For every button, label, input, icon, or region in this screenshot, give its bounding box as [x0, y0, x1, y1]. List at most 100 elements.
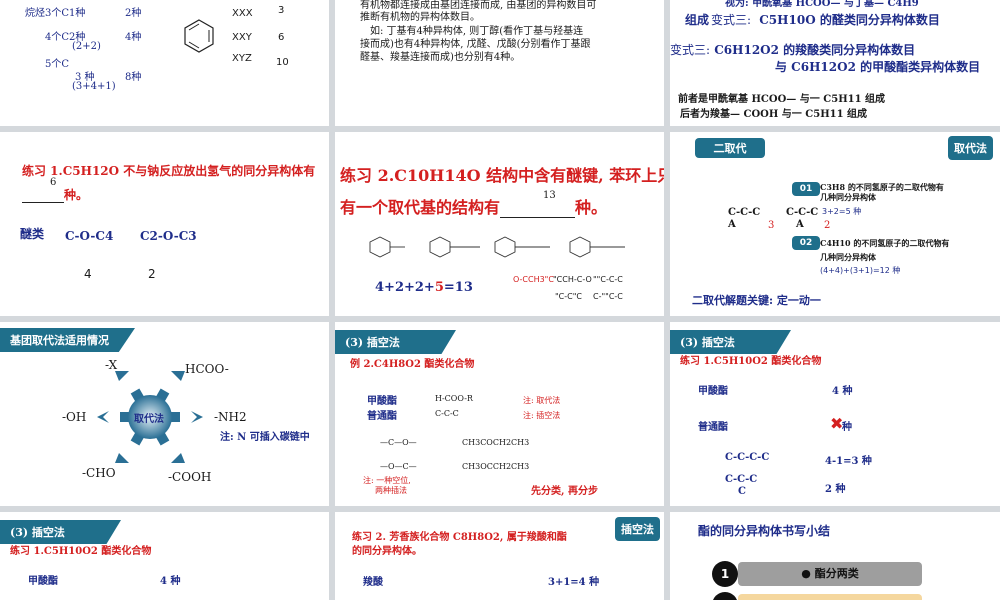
method-badge: 取代法 [948, 136, 993, 160]
slide-7-thumbnail[interactable]: 基团取代法适用情况 取代法 -X HCOO- -OH -NH2 -CHO -CO… [0, 322, 329, 506]
center-label: 取代法 [134, 414, 164, 425]
exercise-question-2: 有一个取代基的结构有 种。 [340, 198, 608, 218]
slide-11-thumbnail[interactable]: 练习 2. 芳香族化合物 C8H8O2, 属于羧酸和酯 的同分异构体。 插空法 … [335, 512, 664, 600]
xyz-count: 10 [276, 57, 289, 68]
structure-note: ""C-C-C [593, 275, 623, 284]
note: 两种插法 [375, 486, 407, 495]
chain-count: 3 [768, 220, 775, 231]
ether-formula-1: C-O-C4 [65, 229, 114, 243]
xyz-label: XYZ [232, 53, 252, 64]
chain-count: 4-1=3 种 [825, 456, 872, 467]
answer-blank: 种。 [22, 186, 88, 203]
structure-note: "C-C"C [555, 292, 583, 301]
slide-4-thumbnail[interactable]: 练习 1.C5H12O 不与钠反应放出氢气的同分异构体有 6 种。 醚类 C-O… [0, 132, 329, 316]
xxx-label: XXX [232, 8, 253, 19]
chain-a: A [796, 219, 804, 230]
row-label: 普通酯 [698, 422, 728, 433]
count: 4种 [125, 32, 142, 43]
alkane-3c: 烷烃3个C1种 [25, 8, 86, 19]
row-note: 注: 插空法 [523, 411, 561, 420]
step-text: 几种同分异构体 [820, 192, 876, 202]
slide-9-thumbnail[interactable]: (3) 插空法 练习 1.C5H10O2 酯类化合物 甲酸酯 4 种 普通酯 ✖… [670, 322, 1000, 506]
slide-2-thumbnail[interactable]: 有机物都连接成由基团连接而成, 由基团的异构数目可 推断有机物的异构体数目。 如… [335, 0, 664, 126]
sum: (2+2) [72, 41, 101, 52]
text-line: 与 C6H12O2 的甲酸酯类异构体数目 [775, 60, 981, 74]
fragment: —C—O— [380, 438, 417, 447]
xxy-label: XXY [232, 32, 252, 43]
summary-item [738, 594, 922, 600]
group-cho: -CHO [82, 466, 116, 480]
step-number-1: 1 [712, 561, 738, 587]
exercise-title: 的同分异构体。 [352, 546, 422, 557]
step-answer: (4+4)+(3+1)=12 种 [820, 266, 901, 275]
slide-3-thumbnail[interactable]: 视为: 甲酰氧基 HCOO— 与丁基— C4H9 组成 变式三: C5H10O 的… [670, 0, 1000, 126]
row-count: 4 种 [832, 386, 853, 397]
note: 注: N 可插入碳链中 [220, 432, 310, 443]
exercise-question: 练习 2.C10H14O 结构中含有醚键, 苯环上只 [340, 166, 664, 185]
chain: C-C-C [728, 207, 761, 218]
exercise-question: 练习 1.C5H12O 不与钠反应放出氢气的同分异构体有 [22, 164, 316, 178]
fragment: CH3OCCH2CH3 [462, 462, 530, 471]
row-count: 4 种 [160, 576, 181, 587]
structure-note: "CCH-C-O [553, 275, 592, 284]
step-text: 几种同分异构体 [820, 252, 876, 262]
text-line: 视为: 甲酰氧基 HCOO— 与丁基— C4H9 [725, 0, 919, 9]
variant-three: 变式三: C6H12O2 的羧酸类同分异构体数目 [670, 43, 916, 57]
alkane-5c: 5个C [45, 59, 70, 70]
row-label: 羧酸 [363, 577, 383, 588]
example-title: 例 2.C4H8O2 酯类化合物 [350, 359, 475, 370]
chain-count: 2 种 [825, 484, 846, 495]
count-1: 4 [84, 267, 92, 281]
fragment: —O—C— [380, 462, 417, 471]
row-count: 3+1=4 种 [548, 577, 600, 588]
section-tag: (3) 插空法 [0, 520, 121, 544]
step-text: C4H10 的不同氢原子的二取代物有 [820, 238, 950, 248]
slide-10-thumbnail[interactable]: (3) 插空法 练习 1.C5H10O2 酯类化合物 甲酸酯 4 种 [0, 512, 329, 600]
xxy-count: 6 [278, 32, 285, 43]
summary-title: 酯的同分异构体书写小结 [698, 524, 831, 538]
slide-12-thumbnail[interactable]: 酯的同分异构体书写小结 1 ● 酯分两类 2 [670, 512, 1000, 600]
group-hcoo: HCOO- [185, 362, 229, 376]
slide-8-thumbnail[interactable]: (3) 插空法 例 2.C4H8O2 酯类化合物 甲酸酯 H-COO-R 注: … [335, 322, 664, 506]
exercise-title: 练习 2. 芳香族化合物 C8H8O2, 属于羧酸和酯 [352, 532, 567, 543]
fragment: CH3COCH2CH3 [462, 438, 530, 447]
note-line: 前者是甲酰氧基 HCOO— 与一 C5H11 组成 [678, 94, 886, 105]
slide-6-thumbnail[interactable]: 二取代 取代法 01 C3H8 的不同氢原子的二取代物有 几种同分异构体 3+2… [670, 132, 1000, 316]
para-line: 醛基、羧基连接而成)也分别有4种。 [360, 52, 521, 63]
step-badge-02: 02 [792, 236, 820, 250]
row-label: 甲酸酯 [28, 576, 58, 587]
slide-1-thumbnail[interactable]: 烷烃3个C1种 2种 4个C2种 4种 (2+2) 5个C 3 种 8种 (3+… [0, 0, 329, 126]
row-formula: H-COO-R [435, 394, 473, 403]
chain: C-C-C [786, 207, 819, 218]
chain-branch: C [738, 486, 746, 497]
slide-5-thumbnail[interactable]: 练习 2.C10H14O 结构中含有醚键, 苯环上只 13 有一个取代基的结构有… [335, 132, 664, 316]
note-line: 后者为羧基— COOH 与一 C5H11 组成 [680, 109, 868, 120]
row-label: 普通酯 [367, 411, 397, 422]
group-cooh: -COOH [168, 470, 212, 484]
step-badge-01: 01 [792, 182, 820, 196]
sum: (3+4+1) [72, 81, 116, 92]
ether-formula-2: C2-O-C3 [140, 229, 197, 243]
row-formula: C-C-C [435, 409, 459, 418]
ether-label: 醚类 [20, 227, 45, 241]
section-tag: 二取代 [695, 138, 765, 158]
chain: C-C-C [725, 474, 758, 485]
para-line: 推断有机物的异构体数目。 [360, 12, 480, 23]
chain-count: 2 [824, 220, 831, 231]
chain-a: A [728, 219, 736, 230]
text-line: 组成 变式三: C5H10O 的醛类同分异构体数目 [685, 13, 940, 27]
conclusion: 先分类, 再分步 [531, 486, 598, 497]
xxx-count: 3 [278, 5, 285, 16]
sum-formula: 4+2+2+5=13 [375, 280, 473, 295]
benzene-ring-icon [184, 19, 214, 53]
exercise-title: 练习 1.C5H10O2 酯类化合物 [680, 356, 822, 367]
chain: C-C-C-C [725, 452, 770, 463]
group-x: -X [105, 358, 118, 372]
count: 2种 [125, 8, 142, 19]
method-badge: 插空法 [615, 517, 660, 541]
section-tag: (3) 插空法 [335, 330, 456, 354]
group-nh2: -NH2 [214, 410, 247, 424]
step-answer: 3+2=5 种 [822, 207, 862, 216]
section-tag: (3) 插空法 [670, 330, 791, 354]
row-label: 甲酸酯 [698, 386, 728, 397]
